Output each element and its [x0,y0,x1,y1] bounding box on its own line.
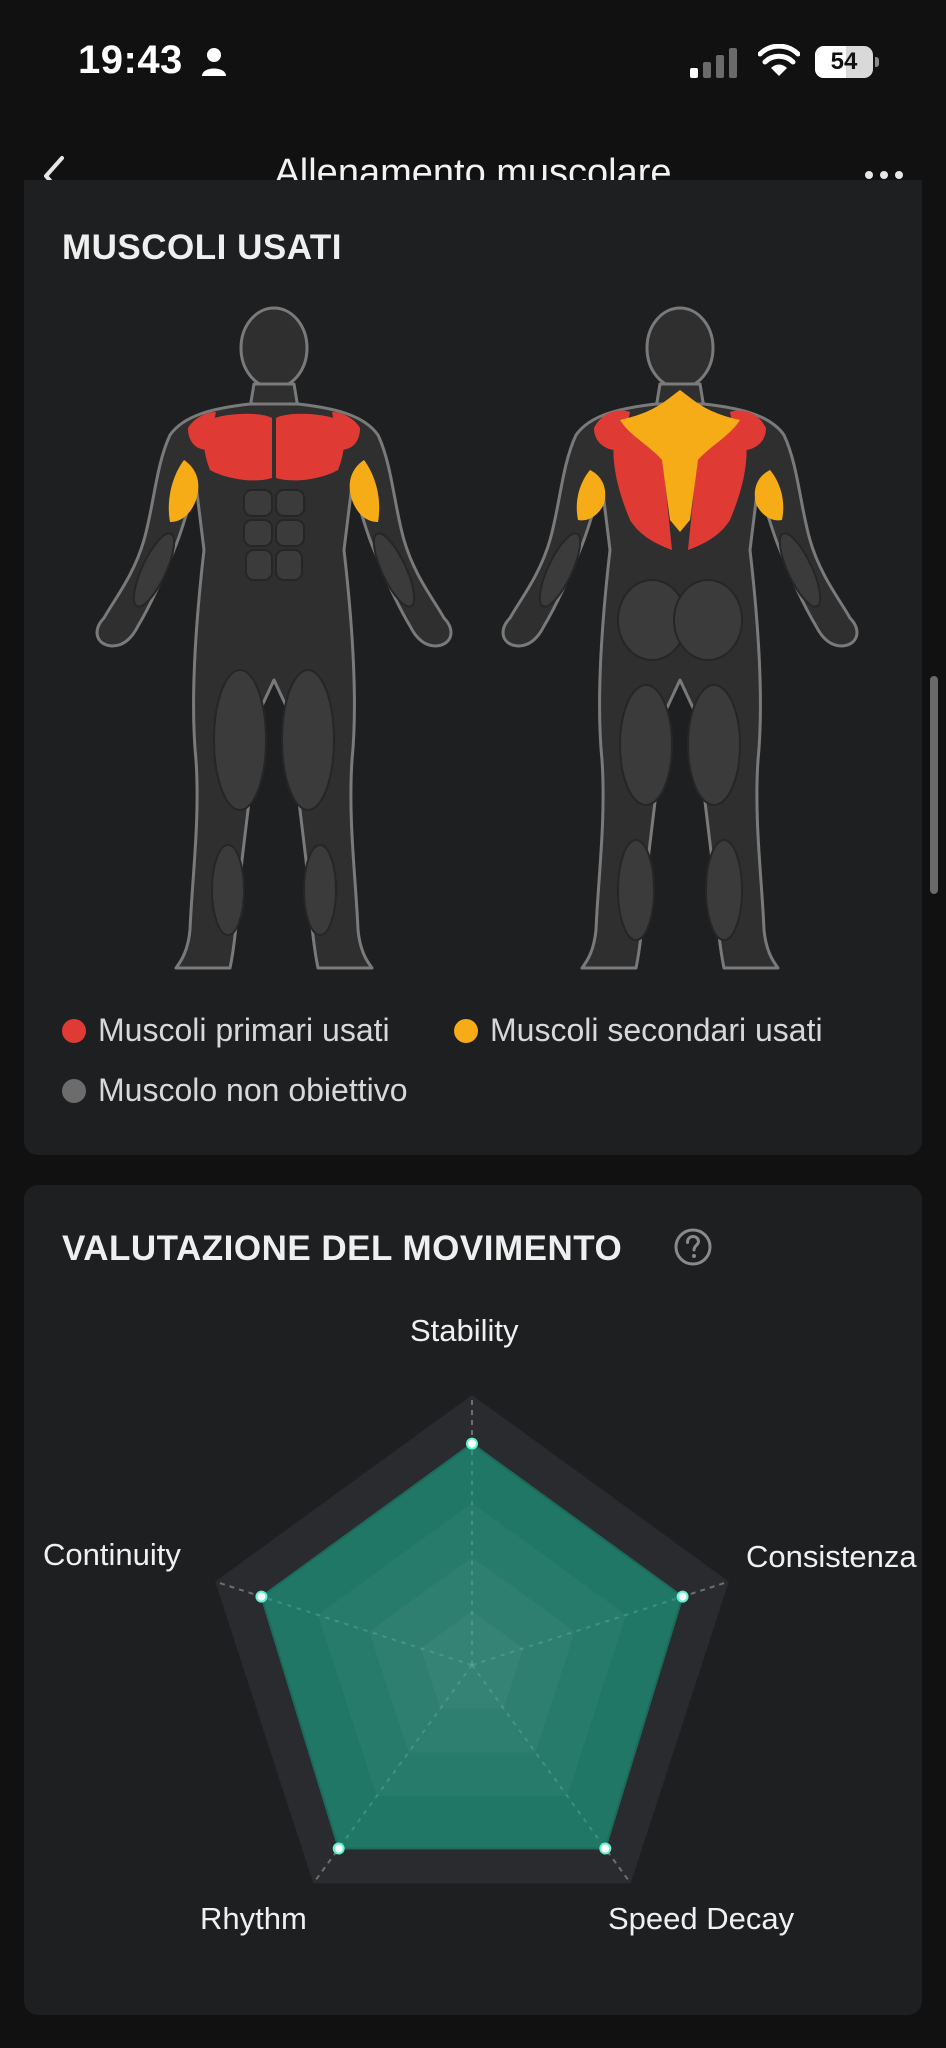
legend-inactive-dot [62,1078,86,1103]
scrollbar[interactable] [930,676,938,894]
wifi-icon [758,44,800,76]
radar-point-speed-decay [599,1842,612,1855]
legend-secondary: Muscoli secondari usati [454,1012,823,1049]
battery-icon: 54 [815,46,879,78]
muscles-section-title: MUSCOLI USATI [62,228,343,267]
body-back-figure [501,306,859,970]
movement-evaluation-card: VALUTAZIONE DEL MOVIMENTO Stability Cons… [24,1185,922,2015]
axis-label-stability: Stability [410,1313,519,1348]
legend-secondary-label: Muscoli secondari usati [490,1012,823,1048]
axis-label-speed-decay: Speed Decay [608,1901,795,1936]
signal-icon [690,48,737,78]
axis-label-continuity: Continuity [43,1537,181,1572]
battery-level: 54 [830,48,858,75]
radar-point-stability [466,1437,478,1450]
radar-chart [214,1395,730,1885]
status-bar: 19:43 54 [0,0,946,120]
radar-point-rhythm [332,1842,345,1855]
axis-label-rhythm: Rhythm [200,1901,307,1936]
status-time: 19:43 [78,38,183,82]
legend-primary-label: Muscoli primari usati [98,1012,390,1048]
body-front-figure [95,306,453,970]
legend-primary-dot [62,1018,86,1043]
legend-secondary-dot [454,1018,478,1043]
axis-label-consistenza: Consistenza [746,1539,917,1574]
radar-point-consistenza [676,1590,689,1603]
legend-primary: Muscoli primari usati [62,1012,390,1049]
muscles-card: MUSCOLI USATI Muscoli primari usati Musc… [24,180,922,1155]
radar-point-continuity [255,1590,268,1603]
legend-inactive-label: Muscolo non obiettivo [98,1072,408,1108]
person-icon [202,48,226,76]
legend-inactive: Muscolo non obiettivo [62,1072,408,1109]
